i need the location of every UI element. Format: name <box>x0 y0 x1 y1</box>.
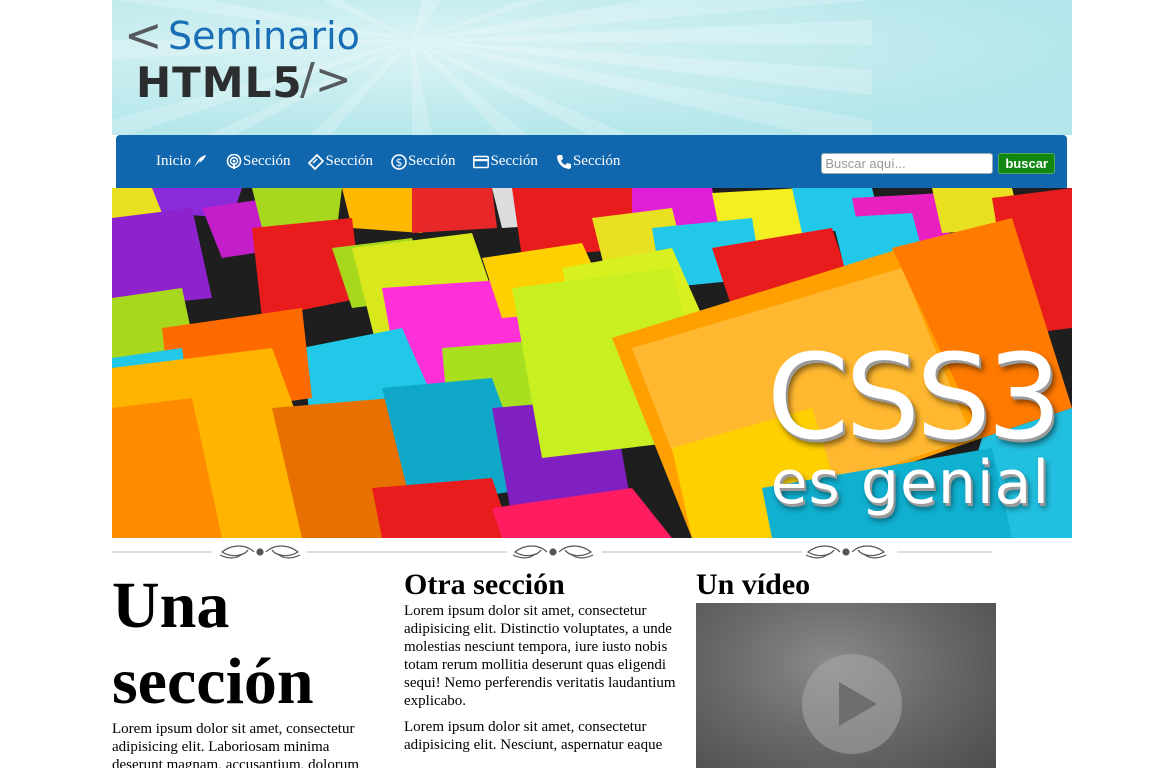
search-input[interactable] <box>821 153 994 174</box>
podcast-icon <box>226 153 242 170</box>
nav-item-seccion-3[interactable]: $ Sección <box>391 153 455 170</box>
logo-seminario-text: Seminario <box>168 14 360 58</box>
nav-item-label: Sección <box>407 153 456 169</box>
nav-item-seccion-1[interactable]: Sección <box>226 153 290 170</box>
nav-item-label: Sección <box>572 153 621 169</box>
site-header: < Seminario HTML5 /> <box>112 0 1072 135</box>
section-title: Un vídeo <box>696 568 811 601</box>
nav-item-label: Sección <box>325 153 373 169</box>
nav-item-inicio[interactable]: Inicio <box>156 153 208 170</box>
nav-item-label: Sección <box>243 153 291 169</box>
video-player[interactable] <box>696 603 996 768</box>
phone-icon <box>556 154 572 170</box>
play-icon[interactable] <box>802 654 902 754</box>
logo-bracket-close: /> <box>300 54 352 105</box>
banner-subtitle: es genial <box>770 448 1050 518</box>
svg-text:$: $ <box>395 156 402 169</box>
section-video: Un vídeo <box>696 568 996 768</box>
nav-item-label: Inicio <box>156 153 191 169</box>
section-paragraph: Lorem ipsum dolor sit amet, consectetur … <box>404 719 663 753</box>
section-una: Una sección Lorem ipsum dolor sit amet, … <box>112 568 382 768</box>
ticket-icon <box>308 153 325 170</box>
section-title: Otra sección <box>404 568 565 601</box>
section-otra: Otra sección Lorem ipsum dolor sit amet,… <box>404 568 694 762</box>
nav-item-label: Sección <box>490 153 538 169</box>
banner-title: CSS3 <box>766 328 1062 466</box>
section-paragraph: Lorem ipsum dolor sit amet, consectetur … <box>404 603 676 709</box>
search-button[interactable]: buscar <box>998 153 1055 174</box>
page: < Seminario HTML5 /> Inicio Sección Secc… <box>112 0 1072 768</box>
dollar-icon: $ <box>391 153 407 170</box>
main-navigation: Inicio Sección Sección $ Sección Sección… <box>116 135 1067 188</box>
feather-icon <box>191 154 207 170</box>
section-title: Una sección <box>112 569 314 718</box>
section-paragraph: Lorem ipsum dolor sit amet, consectetur … <box>112 721 360 768</box>
search-form: buscar <box>821 153 1055 174</box>
logo-html5-text: HTML5 <box>136 58 303 107</box>
hero-banner: CSS3 es genial <box>112 188 1072 538</box>
site-logo[interactable]: < Seminario HTML5 /> <box>124 8 414 114</box>
logo-bracket-open: < <box>124 8 163 62</box>
nav-item-seccion-2[interactable]: Sección <box>308 153 373 170</box>
nav-item-seccion-4[interactable]: Sección <box>473 153 538 170</box>
nav-item-seccion-5[interactable]: Sección <box>556 153 620 170</box>
credit-card-icon <box>473 154 490 170</box>
ornamental-divider <box>112 545 992 559</box>
